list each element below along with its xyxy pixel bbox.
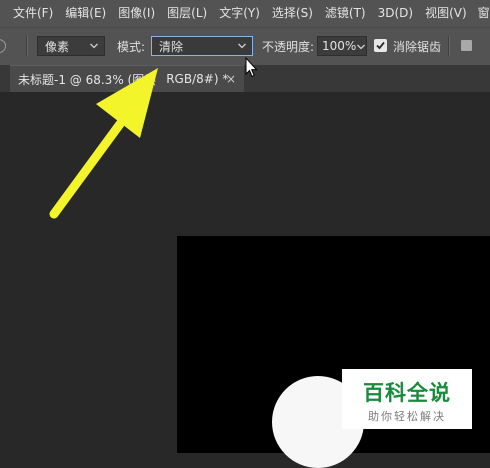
watermark-logo: 百科全说 助你轻松解决	[342, 369, 472, 429]
document-tab-bar: 未标题-1 @ 68.3% (图层 RGB/8#) * ×	[0, 65, 490, 92]
menu-bar: 文件(F) 编辑(E) 图像(I) 图层(L) 文字(Y) 选择(S) 滤镜(T…	[0, 0, 490, 27]
chevron-down-icon	[90, 43, 98, 49]
document-tab-title-suffix: RGB/8#) *	[166, 72, 229, 86]
watermark-subtitle: 助你轻松解决	[368, 410, 446, 423]
document-tab[interactable]: 未标题-1 @ 68.3% (图层 RGB/8#) * ×	[10, 65, 244, 92]
menu-layer[interactable]: 图层(L)	[155, 0, 207, 27]
stop-icon[interactable]	[461, 40, 472, 51]
divider	[26, 36, 28, 56]
chevron-down-icon	[238, 43, 246, 49]
menu-3d[interactable]: 3D(D)	[366, 0, 413, 27]
opacity-dropdown-icon[interactable]	[356, 41, 366, 51]
mode-select[interactable]: 清除	[151, 36, 253, 56]
menu-edit[interactable]: 编辑(E)	[53, 0, 106, 27]
chevron-down-icon	[357, 44, 365, 50]
close-icon[interactable]: ×	[226, 72, 236, 86]
mode-label: 模式:	[117, 40, 146, 54]
menu-type[interactable]: 文字(Y)	[207, 0, 260, 27]
menu-image[interactable]: 图像(I)	[106, 0, 155, 27]
watermark-title: 百科全说	[363, 381, 451, 405]
menu-select[interactable]: 选择(S)	[260, 0, 313, 27]
mode-value: 清除	[159, 39, 184, 54]
sample-mode-select[interactable]: 像素	[37, 36, 105, 56]
divider	[448, 36, 450, 56]
menu-file[interactable]: 文件(F)	[0, 0, 53, 27]
opacity-value: 100%	[322, 39, 357, 53]
antialias-label: 消除锯齿	[393, 40, 442, 54]
antialias-checkbox[interactable]	[374, 39, 387, 52]
brush-preset-icon[interactable]	[0, 39, 6, 53]
document-tab-title: 未标题-1 @ 68.3% (图层	[18, 72, 157, 87]
menu-view[interactable]: 视图(V)	[413, 0, 467, 27]
menu-window[interactable]: 窗口	[467, 0, 490, 27]
menu-filter[interactable]: 滤镜(T)	[313, 0, 366, 27]
tool-options-bar: 像素 模式: 清除 不透明度: 100% 消除锯齿	[0, 27, 490, 65]
sample-mode-value: 像素	[45, 39, 70, 54]
checkmark-icon	[376, 41, 385, 50]
opacity-label: 不透明度:	[262, 40, 315, 54]
